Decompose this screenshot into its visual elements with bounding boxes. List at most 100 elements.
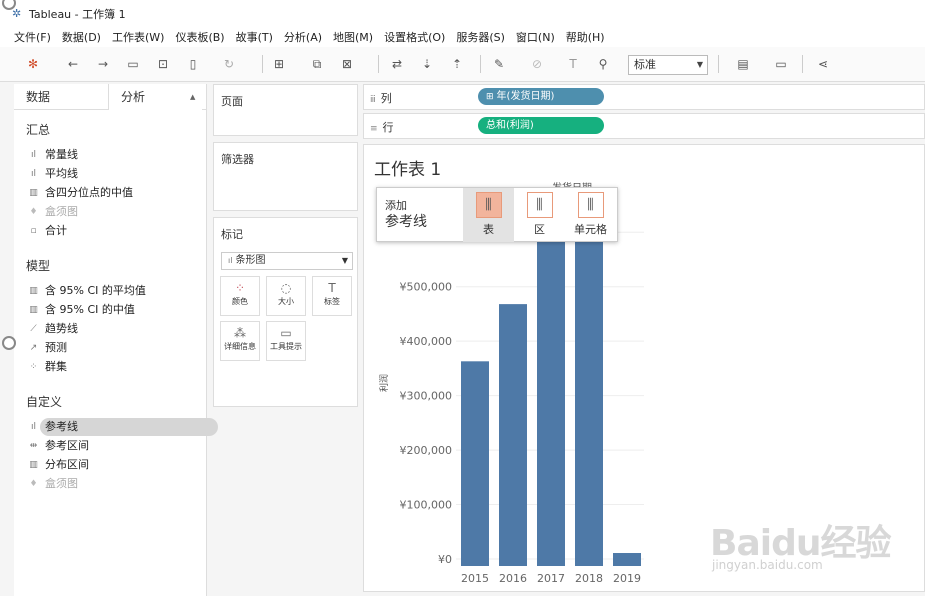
group-icon[interactable]: ⊘ [530,56,544,72]
mark-type-select[interactable]: ıl 条形图 ▼ [221,252,353,270]
bar-2016[interactable] [499,304,527,566]
analytics-item-median-ci[interactable]: ▥ 含 95% CI 的中值 [26,301,204,319]
add-reference-line-popup: 添加 参考线 ⫼ 表 ⫼ 区 ⫼ 单元格 [376,187,618,242]
bar-2019[interactable] [613,553,641,566]
section-title-model: 模型 [26,259,51,273]
marks-color-button[interactable]: ⁘ 颜色 [220,276,260,316]
menu-worksheet[interactable]: 工作表(W) [112,29,164,45]
analytics-item-average-line[interactable]: ıl 平均线 [26,165,204,183]
pages-card[interactable]: 页面 [213,84,358,136]
back-icon[interactable]: ← [66,56,80,72]
columns-shelf-label: ⅲ列 [370,92,392,105]
detail-icon: ⁂ [234,326,246,340]
menu-dashboard[interactable]: 仪表板(B) [175,29,224,45]
analytics-item-trend-line[interactable]: ⟋ 趋势线 [26,320,204,338]
duplicate-icon[interactable]: ⧉ [310,56,324,72]
average-line-icon: ıl [30,169,36,179]
sort-desc-icon[interactable]: ⇡ [450,56,464,72]
label-icon[interactable]: T [566,56,580,72]
box-plot-icon: ♦ [29,479,38,489]
y-tick-label: ¥300,000 [400,390,453,403]
marks-size-button[interactable]: ◌ 大小 [266,276,306,316]
new-sheet-icon[interactable]: ⊞ [272,56,286,72]
rows-pill[interactable]: 总和(利润) [478,117,604,134]
tab-data[interactable]: 数据 [14,84,108,110]
menu-format[interactable]: 设置格式(O) [384,29,445,45]
pin-icon[interactable]: ⚲ [596,56,610,72]
analytics-item-average-ci[interactable]: ▥ 含 95% CI 的平均值 [26,282,204,300]
analytics-item-box-plot: ♦ 盒须图 [26,203,204,221]
menu-server[interactable]: 服务器(S) [456,29,505,45]
bar-2018[interactable] [575,205,603,566]
share-icon[interactable]: ⋖ [816,56,830,72]
menu-story[interactable]: 故事(T) [236,29,273,45]
pause-icon[interactable]: ▯ [186,56,200,72]
analytics-item-distribution-band[interactable]: ▥ 分布区间 [26,456,204,474]
menu-data[interactable]: 数据(D) [62,29,101,45]
filters-card[interactable]: 筛选器 [213,142,358,211]
analytics-item-reference-line[interactable]: ıl 参考线 [26,418,218,436]
section-title-custom: 自定义 [26,395,63,409]
bar-2015[interactable] [461,361,489,566]
popup-option-pane[interactable]: ⫼ 区 [514,188,565,242]
analytics-item-median-quartiles[interactable]: ▥ 含四分位点的中值 [26,184,204,202]
menu-help[interactable]: 帮助(H) [566,29,605,45]
menu-window[interactable]: 窗口(N) [516,29,555,45]
tableau-logo-icon[interactable]: ✻ [26,56,40,72]
filters-card-title: 筛选器 [221,153,254,166]
presentation-icon[interactable]: ▭ [774,56,788,72]
y-tick-label: ¥0 [438,553,452,566]
rows-shelf-label: ≡ 行 [370,121,394,134]
clear-icon[interactable]: ⊠ [340,56,354,72]
popup-option-table[interactable]: ⫼ 表 [463,188,514,242]
window-handle-icon [2,336,16,350]
sort-asc-icon[interactable]: ⇣ [420,56,434,72]
marks-label-button[interactable]: T 标签 [312,276,352,316]
rows-shelf[interactable]: ≡ 行 总和(利润) [363,113,925,139]
columns-shelf[interactable]: ⅲ列 ⊞ 年(发货日期) [363,84,925,110]
toolbar-separator [718,55,719,73]
analytics-item-box-plot-custom: ♦ 盒须图 [26,475,204,493]
new-datasource-icon[interactable]: ⊡ [156,56,170,72]
columns-pill[interactable]: ⊞ 年(发货日期) [478,88,604,105]
popup-option-cell[interactable]: ⫼ 单元格 [565,188,616,242]
forward-icon[interactable]: → [96,56,110,72]
pane-scope-icon: ⫼ [526,192,553,218]
analytics-item-totals[interactable]: ▫ 合计 [26,222,204,240]
analytics-item-reference-band[interactable]: ⇹ 参考区间 [26,437,204,455]
menu-file[interactable]: 文件(F) [14,29,51,45]
show-cards-icon[interactable]: ▤ [736,56,750,72]
highlight-icon[interactable]: ✎ [492,56,506,72]
refresh-icon[interactable]: ↻ [222,56,236,72]
pages-card-title: 页面 [221,95,243,108]
menu-analysis[interactable]: 分析(A) [284,29,322,45]
median-ci-icon: ▥ [29,305,38,315]
bar-2017[interactable] [537,205,565,566]
table-scope-icon: ⫼ [475,192,502,218]
menu-bar: 文件(F) 数据(D) 工作表(W) 仪表板(B) 故事(T) 分析(A) 地图… [0,27,925,47]
constant-line-icon: ıl [30,150,36,160]
swap-icon[interactable]: ⇄ [390,56,404,72]
popup-line1: 添加 [385,199,407,212]
marks-tooltip-button[interactable]: ▭ 工具提示 [266,321,306,361]
marks-detail-button[interactable]: ⁂ 详细信息 [220,321,260,361]
menu-map[interactable]: 地图(M) [333,29,373,45]
label-icon: T [328,281,336,295]
x-tick-label: 2018 [575,572,603,585]
pane-tabs: 数据 分析 ▲ [14,84,206,110]
chevron-down-icon: ▼ [341,256,348,265]
analytics-item-forecast[interactable]: ↗ 预测 [26,339,204,357]
marks-card-title: 标记 [221,228,243,241]
median-quartiles-icon: ▥ [29,188,38,198]
y-tick-label: ¥200,000 [400,444,453,457]
fit-select[interactable]: 标准 ▼ [628,55,708,75]
cluster-icon: ⁘ [29,362,38,372]
save-icon[interactable]: ▭ [126,56,140,72]
tooltip-icon: ▭ [280,326,292,340]
analytics-item-cluster[interactable]: ⁘ 群集 [26,358,204,376]
tab-analytics[interactable]: 分析 [108,84,202,110]
rows-icon: ≡ [370,124,378,134]
pane-menu-icon[interactable]: ▲ [190,84,196,109]
fit-select-value: 标准 [634,58,656,71]
analytics-item-constant-line[interactable]: ıl 常量线 [26,146,204,164]
